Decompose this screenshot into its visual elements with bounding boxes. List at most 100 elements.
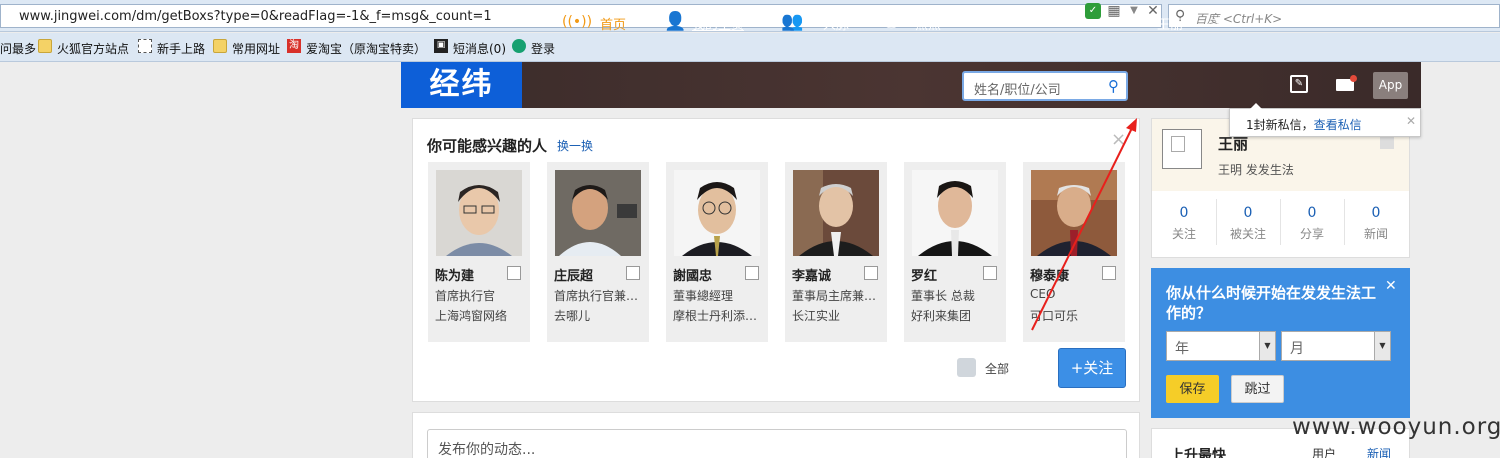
select-all-checkbox[interactable]: [957, 358, 976, 377]
person-photo[interactable]: [793, 170, 879, 256]
folder-icon: [38, 39, 52, 53]
notification-text: 1封新私信，查看私信: [1246, 116, 1362, 133]
nav-focus[interactable]: 焦点: [915, 14, 941, 33]
bookmarks-bar: 问最多 火狐官方站点 新手上路 常用网址 淘 爱淘宝（原淘宝特卖） ▣ 短消息(…: [0, 33, 1500, 62]
person-title: 首席执行官: [435, 289, 496, 303]
person-company: 可口可乐: [1030, 309, 1079, 323]
person-card[interactable]: 謝國忠 董事總經理 摩根士丹利添…: [666, 162, 768, 342]
person-checkbox[interactable]: [1102, 266, 1116, 280]
nav-my-page[interactable]: 我的主页: [692, 14, 744, 33]
url-text[interactable]: www.jingwei.com/dm/getBoxs?type=0&readFl…: [19, 9, 492, 24]
dropdown-arrow-icon[interactable]: ▼: [1374, 332, 1390, 360]
follow-button[interactable]: +关注: [1058, 348, 1126, 388]
person-title: 董事局主席兼…: [792, 289, 877, 303]
nav-contacts[interactable]: 人脉: [823, 14, 849, 33]
person-card[interactable]: 庄辰超 首席执行官兼… 去哪儿: [547, 162, 649, 342]
bookmark-item[interactable]: 登录: [531, 40, 555, 57]
close-icon[interactable]: ✕: [1385, 278, 1397, 294]
person-photo[interactable]: [1031, 170, 1117, 256]
person-company: 上海鸿窗网络: [435, 309, 508, 323]
stat-label: 关注: [1171, 227, 1196, 241]
view-messages-link[interactable]: 查看私信: [1314, 118, 1362, 132]
dropdown-arrow-icon[interactable]: ▼: [1259, 332, 1275, 360]
person-card[interactable]: 李嘉诚 董事局主席兼… 长江实业: [785, 162, 887, 342]
person-card[interactable]: 罗红 董事长 总裁 好利来集团: [904, 162, 1006, 342]
nav-home[interactable]: 首页: [600, 14, 626, 33]
person-name[interactable]: 李嘉诚: [792, 265, 831, 284]
person-photo[interactable]: [674, 170, 760, 256]
bookmark-item[interactable]: 爱淘宝（原淘宝特卖）: [306, 40, 426, 57]
person-checkbox[interactable]: [983, 266, 997, 280]
person-checkbox[interactable]: [864, 266, 878, 280]
person-title: 首席执行官兼…: [554, 289, 639, 303]
app-button[interactable]: App: [1373, 72, 1408, 99]
bookmark-item[interactable]: 火狐官方站点: [57, 40, 129, 57]
person-card[interactable]: 陈为建 首席执行官 上海鸿窗网络: [428, 162, 530, 342]
person-name[interactable]: 謝國忠: [673, 265, 712, 284]
bookmark-item[interactable]: 新手上路: [157, 40, 205, 57]
person-name[interactable]: 穆泰康: [1030, 265, 1069, 284]
tab-users[interactable]: 用户: [1312, 445, 1336, 458]
bookmark-item[interactable]: 问最多: [0, 40, 36, 57]
person-company: 摩根士丹利添…: [673, 309, 758, 323]
site-logo[interactable]: 经纬: [401, 62, 522, 108]
caret-down-icon[interactable]: ▼: [1214, 16, 1221, 26]
year-value: 年: [1175, 341, 1189, 357]
notification-message: 1封新私信，: [1246, 118, 1314, 132]
save-button[interactable]: 保存: [1166, 375, 1219, 403]
feed-composer-card: 发布你的动态...: [412, 412, 1140, 458]
select-all-label[interactable]: 全部: [985, 360, 1009, 377]
person-checkbox[interactable]: [745, 266, 759, 280]
tab-news[interactable]: 新闻: [1367, 445, 1391, 458]
person-title: 董事總經理: [673, 289, 734, 303]
bookmark-item[interactable]: 短消息(0): [453, 40, 506, 57]
person-name[interactable]: 罗红: [911, 265, 937, 284]
edit-icon[interactable]: ✎: [1290, 75, 1308, 93]
stat-news[interactable]: 0 新闻: [1344, 205, 1408, 242]
person-card[interactable]: 穆泰康 CEO 可口可乐: [1023, 162, 1125, 342]
person-title: 董事长 总裁: [911, 289, 975, 303]
person-company: 长江实业: [792, 309, 841, 323]
avatar[interactable]: [1162, 129, 1202, 169]
stat-followers[interactable]: 0 被关注: [1216, 205, 1280, 242]
profile-subtitle: 王明 发发生法: [1218, 163, 1294, 177]
person-photo[interactable]: [436, 170, 522, 256]
browser-toolbar: www.jingwei.com/dm/getBoxs?type=0&readFl…: [0, 0, 1500, 32]
message-notification: 1封新私信，查看私信 ✕: [1229, 103, 1421, 137]
work-start-question-card: 你从什么时候开始在发发生法工作的？ ✕ 年 ▼ 月 ▼ 保存 跳过: [1151, 268, 1410, 418]
year-select[interactable]: 年 ▼: [1166, 331, 1276, 361]
post-input[interactable]: 发布你的动态...: [427, 429, 1127, 458]
stat-number: 0: [1307, 205, 1317, 221]
person-name[interactable]: 陈为建: [435, 265, 474, 284]
month-select[interactable]: 月 ▼: [1281, 331, 1391, 361]
user-icon: 👤: [664, 11, 687, 32]
stat-number: 0: [1179, 205, 1189, 221]
stat-label: 新闻: [1363, 227, 1388, 241]
page-icon: [138, 39, 152, 53]
person-company: 去哪儿: [554, 309, 591, 323]
site-search-input[interactable]: 姓名/职位/公司 ⚲: [962, 71, 1128, 101]
close-icon[interactable]: ×: [1111, 129, 1126, 150]
search-icon[interactable]: ⚲: [1108, 77, 1119, 95]
qr-code-icon[interactable]: ▦: [1106, 3, 1122, 19]
skip-button[interactable]: 跳过: [1231, 375, 1284, 403]
person-checkbox[interactable]: [507, 266, 521, 280]
user-menu[interactable]: 王丽: [1157, 14, 1183, 33]
dropdown-arrow-icon[interactable]: ▼: [1126, 3, 1142, 19]
unread-dot: [1350, 75, 1357, 82]
shield-icon[interactable]: ✓: [1085, 3, 1101, 19]
contacts-icon: 👥: [781, 11, 804, 32]
bookmark-item[interactable]: 常用网址: [232, 40, 280, 57]
person-checkbox[interactable]: [626, 266, 640, 280]
site-search-placeholder: 姓名/职位/公司: [974, 83, 1061, 98]
close-icon[interactable]: ✕: [1406, 114, 1416, 128]
people-suggestions-card: 你可能感兴趣的人 换一换 × 陈为建 首席执行官 上海鸿窗网络 庄辰超 首席执行…: [412, 118, 1140, 402]
person-name[interactable]: 庄辰超: [554, 265, 593, 284]
person-photo[interactable]: [555, 170, 641, 256]
stat-following[interactable]: 0 关注: [1152, 205, 1216, 242]
popup-arrow: [1250, 103, 1262, 109]
person-photo[interactable]: [912, 170, 998, 256]
stat-shares[interactable]: 0 分享: [1280, 205, 1344, 242]
stat-number: 0: [1371, 205, 1381, 221]
refresh-link[interactable]: 换一换: [557, 137, 593, 154]
